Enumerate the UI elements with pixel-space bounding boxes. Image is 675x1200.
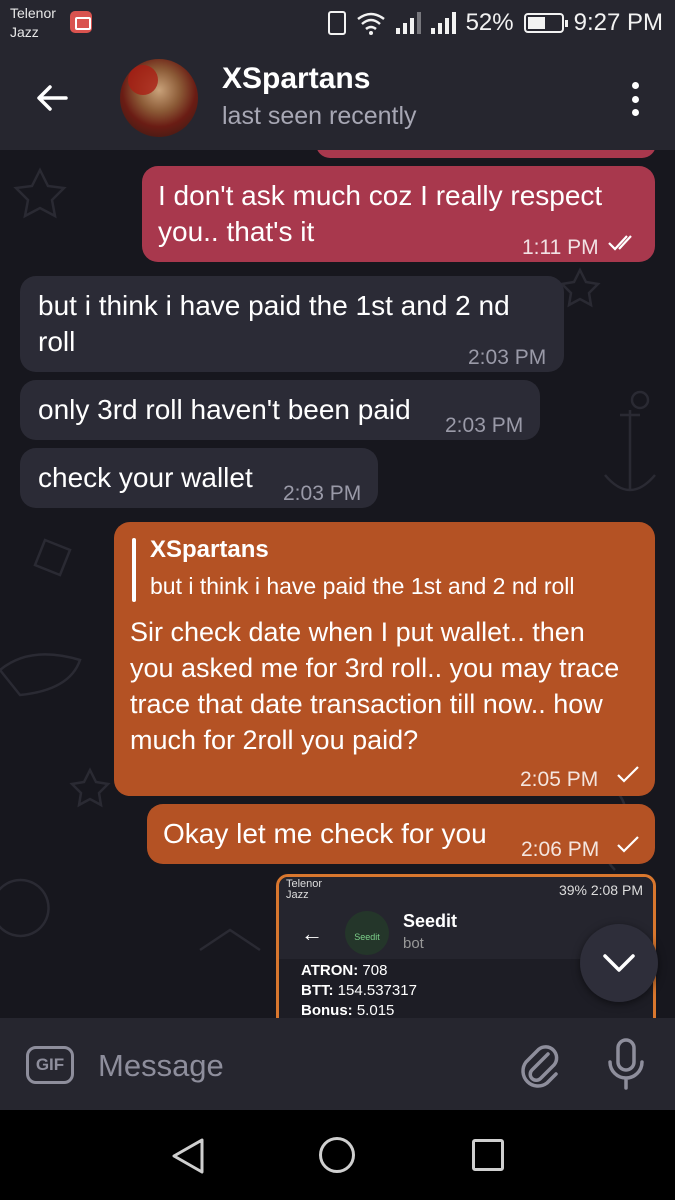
notification-app-icon — [70, 11, 92, 33]
scroll-to-bottom-button[interactable] — [580, 924, 658, 1002]
message-bubble-incoming[interactable]: but i think i have paid the 1st and 2 nd… — [20, 276, 564, 372]
more-options-icon[interactable] — [625, 79, 645, 119]
back-arrow-icon[interactable] — [30, 76, 74, 120]
microphone-icon[interactable] — [606, 1038, 646, 1090]
nav-home-icon[interactable] — [319, 1137, 355, 1173]
carrier-name: Telenor — [10, 5, 56, 21]
carrier-name-2: Jazz — [10, 24, 39, 40]
message-text: Sir check date when I put wallet.. then … — [130, 617, 620, 755]
carrier-label: Telenor Jazz — [10, 4, 56, 42]
message-time: 2:03 PM — [445, 414, 524, 437]
status-icons: 52% 9:27 PM — [327, 7, 663, 39]
seedit-logo: Seedit — [345, 911, 389, 955]
status-bar: Telenor Jazz 52% 9:27 PM — [0, 0, 675, 46]
vibrate-icon — [327, 11, 346, 35]
wifi-icon — [356, 12, 385, 35]
chat-title[interactable]: XSpartans — [222, 62, 370, 96]
reply-quote[interactable]: but i think i have paid the 1st and 2 nd… — [150, 572, 575, 600]
chevron-down-icon — [603, 954, 635, 972]
battery-icon — [523, 13, 568, 33]
single-check-icon — [617, 766, 639, 783]
reply-author[interactable]: XSpartans — [150, 536, 269, 564]
message-bubble-outgoing[interactable]: I don't ask much coz I really respect yo… — [142, 166, 655, 262]
image-status-right: 39% 2:08 PM — [558, 882, 643, 898]
chat-area[interactable]: I don't ask much coz I really respect yo… — [0, 150, 675, 1018]
double-check-icon — [608, 235, 632, 251]
signal-icon — [395, 12, 421, 34]
chat-header: XSpartans last seen recently — [0, 46, 675, 150]
message-bubble-incoming[interactable]: only 3rd roll haven't been paid 2:03 PM — [20, 380, 540, 440]
image-balance-text: ATRON: 708 BTT: 154.537317 Bonus: 5.015 — [301, 962, 417, 1018]
message-time: 2:05 PM — [520, 768, 599, 791]
message-bubble-incoming[interactable]: check your wallet 2:03 PM — [20, 448, 378, 508]
system-nav-bar — [0, 1110, 675, 1200]
message-input[interactable] — [98, 1046, 498, 1086]
nav-recents-icon[interactable] — [472, 1139, 504, 1171]
message-bubble-outgoing-reply[interactable]: XSpartans but i think i have paid the 1s… — [114, 522, 655, 796]
battery-percent: 52% — [465, 9, 514, 36]
message-text: Okay let me check for you — [163, 818, 487, 849]
clock: 9:27 PM — [573, 9, 663, 36]
message-time: 2:03 PM — [468, 346, 547, 369]
nav-back-icon[interactable] — [168, 1136, 208, 1176]
image-back-icon: ← — [301, 921, 323, 946]
avatar[interactable] — [120, 59, 198, 137]
message-time: 2:03 PM — [283, 482, 362, 505]
message-input-bar: GIF — [0, 1018, 675, 1110]
message-text: check your wallet — [38, 462, 253, 493]
image-bot-name: Seedit — [403, 911, 458, 931]
single-check-icon — [617, 836, 639, 853]
message-text: only 3rd roll haven't been paid — [38, 394, 411, 425]
attach-icon[interactable] — [518, 1040, 562, 1090]
signal-icon-2 — [430, 12, 456, 34]
message-time: 1:11 PM — [522, 236, 599, 259]
reply-indicator — [132, 538, 136, 602]
message-time: 2:06 PM — [521, 838, 600, 861]
image-status-bar: Telenor Jazz 39% 2:08 PM — [279, 877, 653, 905]
message-bubble-partial[interactable] — [316, 150, 656, 158]
image-bot-label: bot — [403, 935, 424, 952]
battery-level — [527, 17, 545, 29]
last-seen-status: last seen recently — [222, 102, 417, 130]
gif-button[interactable]: GIF — [26, 1046, 74, 1084]
message-bubble-outgoing[interactable]: Okay let me check for you 2:06 PM — [147, 804, 655, 864]
